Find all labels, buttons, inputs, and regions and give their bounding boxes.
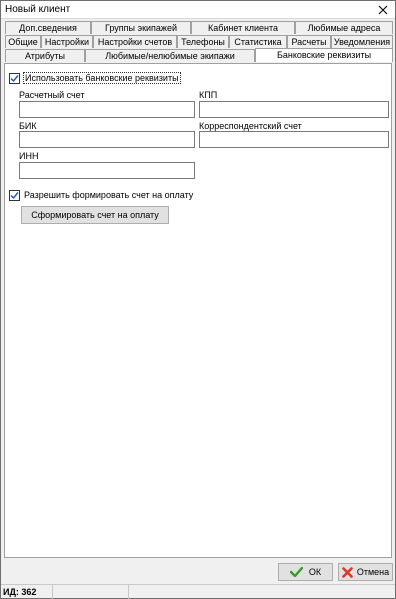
inn-label: ИНН bbox=[19, 151, 39, 161]
cancel-label: Отмена bbox=[356, 567, 390, 577]
use-bank-details-label[interactable]: Использовать банковские реквизиты bbox=[23, 72, 181, 84]
tab-label: Настройки счетов bbox=[97, 36, 173, 47]
tab-gruppy-ekipazhey[interactable]: Группы экипажей bbox=[91, 21, 191, 34]
ok-label: ОК bbox=[308, 567, 322, 577]
tab-bankovskie-rekvizity[interactable]: Банковские реквизиты bbox=[255, 48, 393, 62]
account-label: Расчетный счет bbox=[19, 90, 85, 100]
tab-kabinet-klienta[interactable]: Кабинет клиента bbox=[191, 21, 295, 34]
close-button[interactable] bbox=[375, 2, 391, 18]
title-bar: Новый клиент bbox=[1, 1, 395, 19]
tab-lyubimye-ekipazhi[interactable]: Любимые/нелюбимые экипажи bbox=[85, 49, 255, 62]
window-title: Новый клиент bbox=[5, 4, 71, 15]
inn-field[interactable] bbox=[19, 162, 195, 179]
make-invoice-button[interactable]: Сформировать счет на оплату bbox=[21, 206, 169, 224]
close-icon bbox=[378, 5, 388, 15]
corr-account-label: Корреспондентский счет bbox=[199, 121, 302, 131]
tab-label: Атрибуты bbox=[24, 50, 65, 61]
tab-telefony[interactable]: Телефоны bbox=[177, 35, 229, 48]
status-cell-id: ИД: 362 bbox=[1, 585, 53, 599]
tab-lyubimye-adresa[interactable]: Любимые адреса bbox=[295, 21, 393, 34]
tab-label: Кабинет клиента bbox=[207, 22, 279, 33]
tab-uvedomleniya[interactable]: Уведомления bbox=[331, 35, 393, 48]
checkmark-icon bbox=[10, 192, 19, 200]
tab-statistika[interactable]: Статистика bbox=[229, 35, 287, 48]
corr-account-field[interactable] bbox=[199, 131, 389, 148]
ok-button[interactable]: ОК bbox=[278, 563, 333, 581]
client-window: Новый клиент Доп.сведения Группы экипаже… bbox=[0, 0, 396, 599]
tab-label: Телефоны bbox=[181, 36, 225, 47]
status-cell bbox=[53, 585, 129, 599]
tab-label: Расчеты bbox=[291, 36, 327, 47]
account-field[interactable] bbox=[19, 101, 195, 118]
kpp-label: КПП bbox=[199, 90, 218, 100]
tab-label: Доп.сведения bbox=[19, 22, 77, 33]
tab-nastroyki[interactable]: Настройки bbox=[41, 35, 93, 48]
tab-label: Уведомления bbox=[333, 36, 391, 47]
tab-dop-svedeniya[interactable]: Доп.сведения bbox=[5, 21, 91, 34]
checkmark-icon bbox=[289, 567, 303, 577]
allow-invoice-label: Разрешить формировать счет на оплату bbox=[24, 190, 194, 200]
tab-label: Статистика bbox=[234, 36, 282, 47]
tab-raschety[interactable]: Расчеты bbox=[287, 35, 331, 48]
tab-nastroyki-schetov[interactable]: Настройки счетов bbox=[93, 35, 177, 48]
cancel-icon bbox=[342, 566, 353, 578]
client-id-text: ИД: 362 bbox=[3, 587, 37, 597]
status-cell bbox=[129, 585, 395, 599]
bik-field[interactable] bbox=[19, 131, 195, 148]
tab-atributy[interactable]: Атрибуты bbox=[5, 49, 85, 62]
tab-label: Любимые адреса bbox=[307, 22, 381, 33]
allow-invoice-checkbox[interactable] bbox=[9, 190, 20, 201]
use-bank-details-checkbox[interactable] bbox=[9, 73, 20, 84]
cancel-button[interactable]: Отмена bbox=[338, 563, 393, 581]
tab-obshchie[interactable]: Общие bbox=[5, 35, 41, 48]
status-bar: ИД: 362 bbox=[1, 584, 395, 599]
tab-label: Банковские реквизиты bbox=[276, 50, 372, 60]
tab-label: Любимые/нелюбимые экипажи bbox=[105, 50, 235, 61]
tab-label: Общие bbox=[8, 36, 38, 47]
tab-label: Настройки bbox=[44, 36, 90, 47]
bank-details-panel: Использовать банковские реквизиты Расчет… bbox=[4, 63, 392, 558]
checkmark-icon bbox=[10, 75, 19, 83]
tab-label: Группы экипажей bbox=[105, 22, 177, 33]
bik-label: БИК bbox=[19, 121, 37, 131]
kpp-field[interactable] bbox=[199, 101, 389, 118]
